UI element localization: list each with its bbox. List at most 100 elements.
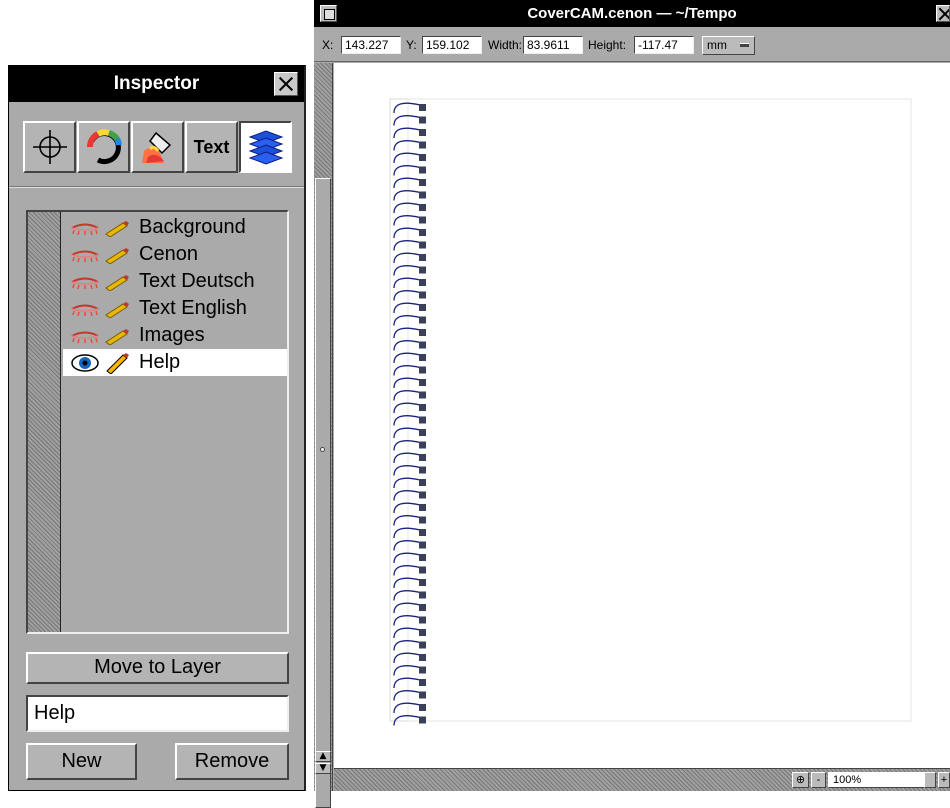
- spiral-hole: [419, 566, 426, 574]
- unit-popup[interactable]: mm: [702, 36, 755, 55]
- width-label: Width:: [488, 38, 523, 52]
- spiral-hole: [419, 404, 426, 411]
- layer-row[interactable]: Text Deutsch: [63, 268, 287, 295]
- magnify-icon[interactable]: ⊕: [792, 772, 809, 788]
- spiral-hole: [419, 666, 426, 674]
- spiral-hole: [419, 716, 426, 724]
- paint-bucket-icon[interactable]: [131, 121, 184, 173]
- spiral-hole: [419, 541, 426, 549]
- y-label: Y:: [406, 38, 417, 52]
- zoom-in-button[interactable]: +: [938, 772, 950, 788]
- y-field[interactable]: 159.102: [422, 36, 482, 54]
- crosshair-icon[interactable]: [23, 121, 76, 173]
- height-field[interactable]: -117.47: [634, 36, 694, 54]
- spiral-hole: [419, 154, 426, 161]
- spiral-hole: [419, 191, 426, 199]
- layer-row[interactable]: Text English: [63, 295, 287, 322]
- eye-closed-icon[interactable]: [69, 298, 101, 320]
- eye-closed-icon[interactable]: [69, 217, 101, 239]
- pencil-icon[interactable]: [101, 271, 133, 293]
- layer-list: Background Cenon Text Deutsch Text English I…: [26, 210, 289, 634]
- spiral-hole: [419, 316, 426, 324]
- spiral-hole: [419, 179, 426, 186]
- layer-row[interactable]: Background: [63, 214, 287, 241]
- inspector-toolbar: Text: [23, 121, 295, 173]
- pencil-icon[interactable]: [101, 217, 133, 239]
- horizontal-scrollbar[interactable]: ⊕ - 100% +: [334, 768, 950, 791]
- zoom-out-button[interactable]: -: [811, 772, 826, 788]
- layer-row[interactable]: Cenon: [63, 241, 287, 268]
- spiral-hole: [419, 204, 426, 211]
- layer-scrollbar[interactable]: [28, 212, 61, 632]
- spiral-hole: [419, 229, 426, 236]
- spiral-hole: [419, 279, 426, 286]
- close-icon[interactable]: [936, 5, 950, 22]
- spiral-hole: [419, 529, 426, 536]
- layer-label: Text Deutsch: [139, 270, 255, 292]
- spiral-hole: [419, 554, 426, 561]
- spiral-hole: [419, 479, 426, 486]
- spiral-hole: [419, 516, 426, 524]
- pencil-icon[interactable]: [101, 244, 133, 266]
- spiral-hole: [419, 466, 426, 474]
- pencil-icon[interactable]: [101, 298, 133, 320]
- divider: [9, 186, 304, 188]
- vertical-scroll-knob[interactable]: [315, 178, 331, 808]
- layer-label: Images: [139, 324, 205, 346]
- close-icon[interactable]: [274, 72, 298, 96]
- eye-closed-icon[interactable]: [69, 325, 101, 347]
- eye-open-icon[interactable]: [69, 352, 101, 374]
- layer-label: Cenon: [139, 243, 198, 265]
- color-wheel-icon[interactable]: [77, 121, 130, 173]
- zoom-popup[interactable]: [924, 772, 936, 788]
- x-field[interactable]: 143.227: [341, 36, 401, 54]
- spiral-hole: [419, 691, 426, 699]
- spiral-hole: [419, 704, 426, 711]
- text-tool-button[interactable]: Text: [185, 121, 238, 173]
- scroll-up-arrow[interactable]: ▲: [315, 751, 331, 762]
- layer-rows: Background Cenon Text Deutsch Text English I…: [63, 214, 287, 376]
- pencil-icon[interactable]: [101, 352, 133, 374]
- document-window: CoverCAM.cenon — ~/Tempo X: 143.227 Y: 1…: [314, 0, 950, 808]
- spiral-hole: [419, 116, 426, 124]
- unit-label: mm: [707, 38, 727, 52]
- spiral-hole: [419, 391, 426, 399]
- spiral-hole: [419, 241, 426, 249]
- coordinate-bar: X: 143.227 Y: 159.102 Width: 83.9611 Hei…: [314, 28, 950, 62]
- width-field[interactable]: 83.9611: [523, 36, 583, 54]
- spiral-hole: [419, 354, 426, 361]
- miniaturize-button[interactable]: [320, 5, 337, 22]
- layer-name-field[interactable]: [26, 695, 289, 732]
- vertical-scrollbar[interactable]: ▲ ▼: [314, 63, 333, 808]
- scroll-knob-dimple: [320, 447, 325, 452]
- spiral-hole: [419, 104, 426, 111]
- move-to-layer-button[interactable]: Move to Layer: [26, 652, 289, 684]
- spiral-hole: [419, 491, 426, 499]
- remove-layer-button[interactable]: Remove: [175, 743, 289, 780]
- pencil-icon[interactable]: [101, 325, 133, 347]
- spiral-hole: [419, 654, 426, 661]
- spiral-hole: [419, 166, 426, 174]
- spiral-hole: [419, 679, 426, 686]
- scroll-down-arrow[interactable]: ▼: [315, 763, 331, 774]
- x-label: X:: [322, 38, 334, 52]
- layers-icon[interactable]: [239, 121, 292, 173]
- popup-arrow-icon: [740, 43, 749, 47]
- eye-closed-icon[interactable]: [69, 271, 101, 293]
- height-label: Height:: [588, 38, 627, 52]
- spiral-hole: [419, 416, 426, 424]
- spiral-hole: [419, 304, 426, 311]
- spiral-hole: [419, 616, 426, 624]
- spiral-hole: [419, 366, 426, 374]
- spiral-hole: [419, 129, 426, 136]
- spiral-hole: [419, 291, 426, 299]
- spiral-hole: [419, 266, 426, 274]
- spiral-hole: [419, 591, 426, 599]
- layer-row[interactable]: Help: [63, 349, 287, 376]
- layer-row[interactable]: Images: [63, 322, 287, 349]
- eye-closed-icon[interactable]: [69, 244, 101, 266]
- new-layer-button[interactable]: New: [26, 743, 137, 780]
- zoom-field[interactable]: 100%: [828, 772, 928, 788]
- window-title: CoverCAM.cenon — ~/Tempo: [314, 0, 950, 27]
- drawing-canvas[interactable]: [334, 63, 950, 768]
